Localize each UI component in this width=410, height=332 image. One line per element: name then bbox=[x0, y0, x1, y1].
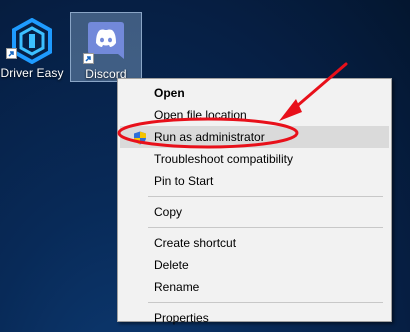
menu-item-rename[interactable]: Rename bbox=[120, 276, 389, 298]
menu-item-properties[interactable]: Properties bbox=[120, 307, 389, 329]
menu-item-create-shortcut[interactable]: Create shortcut bbox=[120, 232, 389, 254]
uac-shield-icon bbox=[133, 130, 147, 145]
desktop-icon-discord[interactable]: Discord bbox=[70, 12, 142, 82]
menu-item-open-file-location[interactable]: Open file location bbox=[120, 104, 389, 126]
desktop-icon-driver-easy[interactable]: Driver Easy bbox=[0, 12, 68, 82]
menu-item-label: Run as administrator bbox=[154, 130, 265, 144]
desktop: Driver Easy Discord Open Open file locat… bbox=[0, 0, 410, 332]
menu-separator bbox=[148, 196, 383, 197]
shortcut-arrow-icon bbox=[83, 53, 94, 64]
menu-separator bbox=[148, 227, 383, 228]
menu-item-copy[interactable]: Copy bbox=[120, 201, 389, 223]
menu-item-delete[interactable]: Delete bbox=[120, 254, 389, 276]
menu-item-troubleshoot-compatibility[interactable]: Troubleshoot compatibility bbox=[120, 148, 389, 170]
desktop-icon-label: Driver Easy bbox=[0, 66, 64, 80]
menu-item-run-as-administrator[interactable]: Run as administrator bbox=[120, 126, 389, 148]
menu-separator bbox=[148, 302, 383, 303]
driver-easy-icon bbox=[11, 17, 53, 67]
menu-item-pin-to-start[interactable]: Pin to Start bbox=[120, 170, 389, 192]
context-menu: Open Open file location Run as administr… bbox=[117, 78, 392, 325]
menu-item-open[interactable]: Open bbox=[120, 82, 389, 104]
shortcut-arrow-icon bbox=[6, 48, 17, 59]
